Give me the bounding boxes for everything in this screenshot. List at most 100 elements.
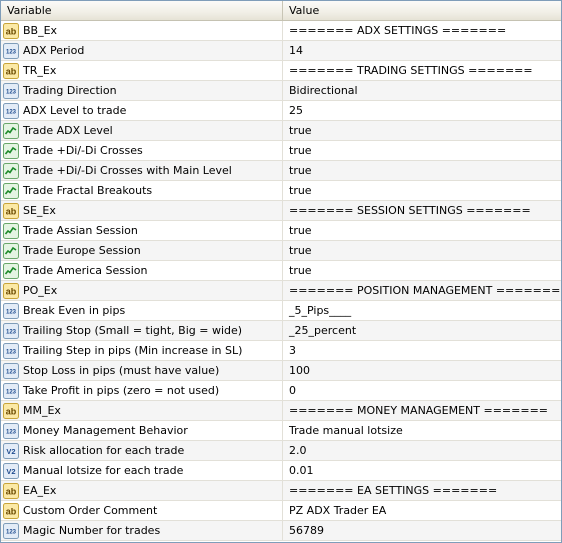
svg-text:ab: ab	[6, 26, 17, 36]
svg-text:123: 123	[6, 89, 17, 95]
value-cell[interactable]: ======= TRADING SETTINGS =======	[283, 61, 561, 80]
integer-icon: 123	[3, 382, 19, 399]
table-row[interactable]: ab SE_Ex ======= SESSION SETTINGS =======	[1, 201, 561, 221]
svg-text:123: 123	[6, 349, 17, 355]
integer-icon: 123	[3, 42, 19, 59]
variable-cell: ab BB_Ex	[1, 21, 283, 40]
string-icon: ab	[3, 202, 19, 219]
svg-text:ab: ab	[6, 506, 17, 516]
variable-label: Trade America Session	[23, 264, 148, 277]
table-row[interactable]: Trade Assian Session true	[1, 221, 561, 241]
value-cell[interactable]: 14	[283, 41, 561, 60]
variable-cell: Trade Europe Session	[1, 241, 283, 260]
value-cell[interactable]: true	[283, 241, 561, 260]
variable-cell: ab TR_Ex	[1, 61, 283, 80]
table-row[interactable]: 123 Trading Direction Bidirectional	[1, 81, 561, 101]
variable-label: Break Even in pips	[23, 304, 126, 317]
variable-label: PO_Ex	[23, 284, 58, 297]
table-row[interactable]: 123 Take Profit in pips (zero = not used)…	[1, 381, 561, 401]
value-cell[interactable]: true	[283, 121, 561, 140]
value-cell[interactable]: ======= SESSION SETTINGS =======	[283, 201, 561, 220]
table-row[interactable]: 123 Trailing Stop (Small = tight, Big = w…	[1, 321, 561, 341]
boolean-icon	[3, 182, 19, 199]
inputs-grid: Variable Value ab BB_Ex ======= ADX SETTIN…	[0, 0, 562, 543]
boolean-icon	[3, 242, 19, 259]
table-row[interactable]: ab Custom Order Comment PZ ADX Trader EA	[1, 501, 561, 521]
value-cell[interactable]: 0.01	[283, 461, 561, 480]
value-cell[interactable]: _25_percent	[283, 321, 561, 340]
table-row[interactable]: ab EA_Ex ======= EA SETTINGS =======	[1, 481, 561, 501]
svg-text:123: 123	[6, 309, 17, 315]
svg-text:ab: ab	[6, 486, 17, 496]
column-header-value[interactable]: Value	[283, 1, 561, 20]
variable-label: Trade Assian Session	[23, 224, 138, 237]
variable-cell: ab SE_Ex	[1, 201, 283, 220]
integer-icon: 123	[3, 362, 19, 379]
table-row[interactable]: Trade ADX Level true	[1, 121, 561, 141]
table-row[interactable]: Trade +Di/-Di Crosses true	[1, 141, 561, 161]
integer-icon: 123	[3, 342, 19, 359]
variable-cell: 123 Trailing Stop (Small = tight, Big = w…	[1, 321, 283, 340]
value-cell[interactable]: true	[283, 161, 561, 180]
string-icon: ab	[3, 502, 19, 519]
integer-icon: 123	[3, 82, 19, 99]
table-row[interactable]: Trade Fractal Breakouts true	[1, 181, 561, 201]
variable-label: Trade +Di/-Di Crosses	[23, 144, 143, 157]
table-row[interactable]: V2 Manual lotsize for each trade 0.01	[1, 461, 561, 481]
variable-label: Trading Direction	[23, 84, 117, 97]
integer-icon: 123	[3, 322, 19, 339]
double-icon: V2	[3, 442, 19, 459]
variable-cell: 123 Stop Loss in pips (must have value)	[1, 361, 283, 380]
integer-icon: 123	[3, 522, 19, 539]
value-cell[interactable]: PZ ADX Trader EA	[283, 501, 561, 520]
value-cell[interactable]: 2.0	[283, 441, 561, 460]
svg-text:123: 123	[6, 389, 17, 395]
value-cell[interactable]: true	[283, 141, 561, 160]
table-row[interactable]: Trade +Di/-Di Crosses with Main Level tru…	[1, 161, 561, 181]
variable-label: BB_Ex	[23, 24, 58, 37]
variable-label: ADX Level to trade	[23, 104, 127, 117]
table-row[interactable]: 123 Money Management Behavior Trade manual…	[1, 421, 561, 441]
table-row[interactable]: ab MM_Ex ======= MONEY MANAGEMENT =======	[1, 401, 561, 421]
value-cell[interactable]: ======= EA SETTINGS =======	[283, 481, 561, 500]
variable-label: SE_Ex	[23, 204, 56, 217]
table-row[interactable]: ab PO_Ex ======= POSITION MANAGEMENT =====…	[1, 281, 561, 301]
table-row[interactable]: ab BB_Ex ======= ADX SETTINGS =======	[1, 21, 561, 41]
value-cell[interactable]: ======= ADX SETTINGS =======	[283, 21, 561, 40]
value-cell[interactable]: 100	[283, 361, 561, 380]
value-cell[interactable]: true	[283, 181, 561, 200]
value-cell[interactable]: Bidirectional	[283, 81, 561, 100]
table-row[interactable]: Trade Europe Session true	[1, 241, 561, 261]
variable-label: Take Profit in pips (zero = not used)	[23, 384, 220, 397]
variable-label: Trailing Step in pips (Min increase in S…	[23, 344, 243, 357]
table-row[interactable]: ab TR_Ex ======= TRADING SETTINGS =======	[1, 61, 561, 81]
variable-label: MM_Ex	[23, 404, 61, 417]
value-cell[interactable]: 3	[283, 341, 561, 360]
value-cell[interactable]: true	[283, 221, 561, 240]
value-cell[interactable]: ======= POSITION MANAGEMENT =======	[283, 281, 561, 300]
value-cell[interactable]: Trade manual lotsize	[283, 421, 561, 440]
svg-text:123: 123	[6, 529, 17, 535]
svg-text:V2: V2	[6, 447, 15, 456]
table-row[interactable]: Trade America Session true	[1, 261, 561, 281]
table-row[interactable]: 123 Magic Number for trades 56789	[1, 521, 561, 541]
value-cell[interactable]: 0	[283, 381, 561, 400]
table-row[interactable]: 123 Trailing Step in pips (Min increase i…	[1, 341, 561, 361]
value-cell[interactable]: 56789	[283, 521, 561, 540]
value-cell[interactable]: ======= MONEY MANAGEMENT =======	[283, 401, 561, 420]
table-row[interactable]: 123 ADX Level to trade 25	[1, 101, 561, 121]
value-cell[interactable]: 25	[283, 101, 561, 120]
value-cell[interactable]: true	[283, 261, 561, 280]
variable-label: Manual lotsize for each trade	[23, 464, 184, 477]
variable-cell: V2 Risk allocation for each trade	[1, 441, 283, 460]
integer-icon: 123	[3, 102, 19, 119]
table-row[interactable]: V2 Risk allocation for each trade 2.0	[1, 441, 561, 461]
boolean-icon	[3, 122, 19, 139]
variable-label: Magic Number for trades	[23, 524, 161, 537]
column-header-variable[interactable]: Variable	[1, 1, 283, 20]
table-row[interactable]: 123 ADX Period 14	[1, 41, 561, 61]
table-row[interactable]: 123 Stop Loss in pips (must have value) 10…	[1, 361, 561, 381]
value-cell[interactable]: _5_Pips____	[283, 301, 561, 320]
table-row[interactable]: 123 Break Even in pips _5_Pips____	[1, 301, 561, 321]
string-icon: ab	[3, 282, 19, 299]
